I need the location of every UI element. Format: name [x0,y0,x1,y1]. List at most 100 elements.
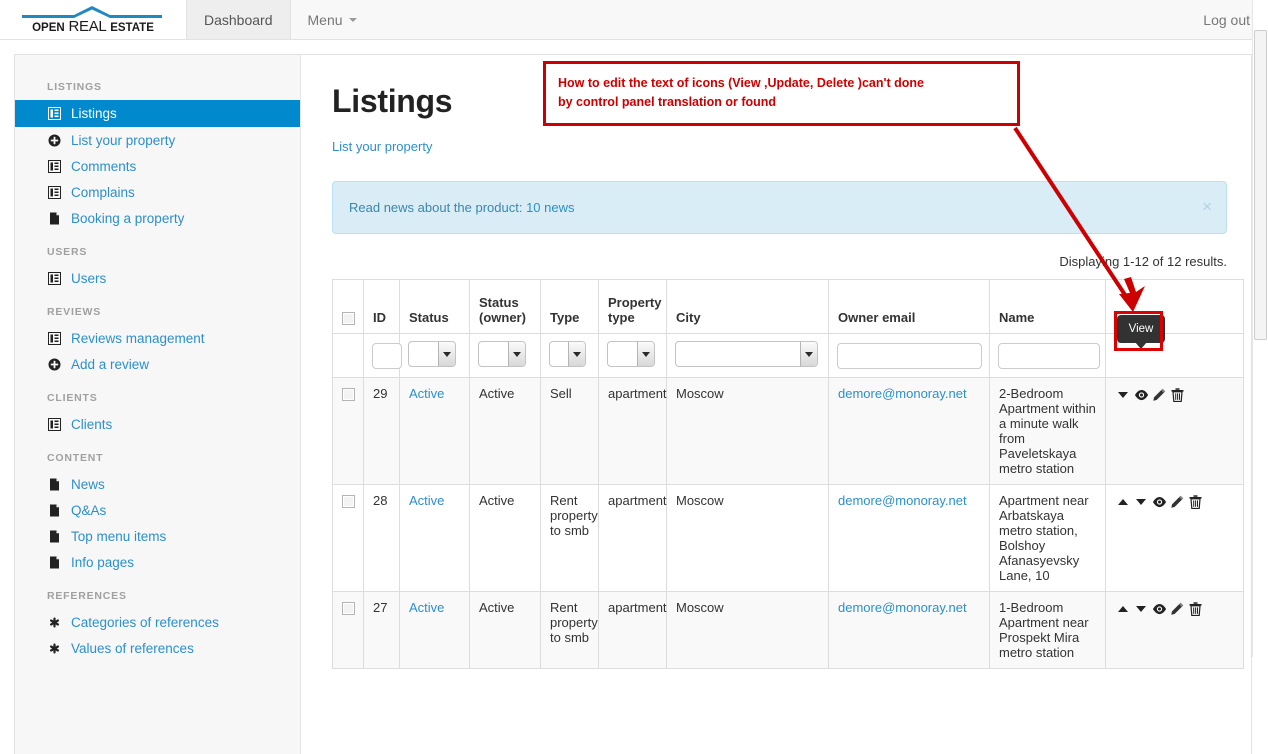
filter-select-status[interactable] [408,341,456,367]
asterisk-icon [47,641,62,655]
column-header-name[interactable]: Name [990,280,1106,334]
column-header-city[interactable]: City [667,280,829,334]
sidebar-item-qas[interactable]: Q&As [15,497,300,523]
cell-city: Moscow [667,485,829,592]
sidebar-item-add-a-review[interactable]: Add a review [15,351,300,377]
column-header-id[interactable]: ID [364,280,400,334]
sidebar-item-complains[interactable]: Complains [15,179,300,205]
view-icon[interactable] [1133,387,1149,403]
sidebar-item-listings[interactable]: Listings [15,100,300,127]
sidebar-item-values-of-references[interactable]: Values of references [15,635,300,661]
table-row[interactable]: 29 Active Active Sell apartment Moscow d… [333,378,1244,485]
list-icon [47,331,62,345]
sidebar-item-info-pages-label: Info pages [71,555,134,570]
update-icon[interactable] [1151,387,1167,403]
column-header-owner-email[interactable]: Owner email [829,280,990,334]
chevron-down-icon [800,342,817,366]
move-down-icon[interactable] [1133,601,1149,617]
sidebar-item-news[interactable]: News [15,471,300,497]
asterisk-icon [47,615,62,629]
table-filter-row [333,334,1244,378]
close-icon[interactable]: × [1202,198,1212,215]
delete-icon[interactable] [1169,387,1185,403]
chevron-down-icon [508,342,525,366]
move-up-icon[interactable] [1115,601,1131,617]
sidebar-item-list-your-property[interactable]: List your property [15,127,300,153]
sidebar-item-comments-label: Comments [71,159,136,174]
filter-input-owner-email[interactable] [837,343,982,369]
status-link[interactable]: Active [409,386,444,401]
delete-icon[interactable] [1187,601,1203,617]
column-header-status[interactable]: Status [400,280,470,334]
select-all-checkbox[interactable] [342,312,355,325]
news-alert-link[interactable]: 10 news [526,200,574,215]
cell-actions [1106,378,1244,485]
sidebar-item-reviews-management[interactable]: Reviews management [15,325,300,351]
nav-item-dashboard[interactable]: Dashboard [186,0,291,39]
filter-select-type[interactable] [549,341,586,367]
sidebar-item-top-menu-items[interactable]: Top menu items [15,523,300,549]
filter-cell-empty [333,334,364,378]
sidebar-item-comments[interactable]: Comments [15,153,300,179]
sidebar-item-info-pages[interactable]: Info pages [15,549,300,575]
nav-item-menu[interactable]: Menu [291,0,375,39]
cell-status-owner: Active [470,378,541,485]
chevron-down-icon [349,18,357,22]
row-checkbox[interactable] [342,495,355,508]
plus-circle-icon [47,133,62,147]
cell-type: Sell [541,378,599,485]
owner-email-link[interactable]: demore@monoray.net [838,600,967,615]
filter-select-city[interactable] [675,341,818,367]
list-icon [47,417,62,431]
scrollbar-thumb[interactable] [1254,30,1267,340]
sidebar-item-list-your-property-label: List your property [71,133,175,148]
status-link[interactable]: Active [409,600,444,615]
row-actions [1115,493,1234,510]
table-row[interactable]: 28 Active Active Rent property to smb ap… [333,485,1244,592]
page-icon [47,503,62,517]
row-checkbox-cell [333,485,364,592]
filter-select-status-owner[interactable] [478,341,526,367]
column-header-type[interactable]: Type [541,280,599,334]
column-header-status-owner[interactable]: Status (owner) [470,280,541,334]
owner-email-link[interactable]: demore@monoray.net [838,386,967,401]
sidebar-item-categories-of-references[interactable]: Categories of references [15,609,300,635]
filter-input-id[interactable] [372,343,402,369]
sidebar-item-booking-a-property[interactable]: Booking a property [15,205,300,231]
annotation-line-2: by control panel translation or found [558,93,1005,112]
filter-input-name[interactable] [998,343,1100,369]
row-checkbox[interactable] [342,388,355,401]
move-down-icon[interactable] [1115,387,1131,403]
column-header-property-type[interactable]: Property type [599,280,667,334]
sidebar-item-categories-of-references-label: Categories of references [71,615,219,630]
cell-status: Active [400,378,470,485]
sidebar-item-news-label: News [71,477,105,492]
move-up-icon[interactable] [1115,494,1131,510]
view-tooltip: View [1117,315,1165,343]
view-icon[interactable] [1151,601,1167,617]
view-icon[interactable] [1151,494,1167,510]
sidebar-item-clients[interactable]: Clients [15,411,300,437]
view-tooltip-label: View [1129,323,1154,335]
filter-select-property-type[interactable] [607,341,655,367]
sidebar-heading-references: REFERENCES [15,575,300,609]
list-your-property-link[interactable]: List your property [332,139,432,154]
listings-table: ID Status Status (owner) Type Property t… [332,279,1244,669]
update-icon[interactable] [1169,601,1185,617]
sidebar-item-complains-label: Complains [71,185,135,200]
move-down-icon[interactable] [1133,494,1149,510]
row-checkbox[interactable] [342,602,355,615]
plus-circle-icon [47,357,62,371]
update-icon[interactable] [1169,494,1185,510]
filter-cell-property-type [599,334,667,378]
sidebar-item-listings-label: Listings [71,106,117,121]
delete-icon[interactable] [1187,494,1203,510]
brand-logo[interactable]: OPEN REAL ESTATE [0,0,186,39]
status-link[interactable]: Active [409,493,444,508]
owner-email-link[interactable]: demore@monoray.net [838,493,967,508]
nav-spacer [375,0,1187,39]
sidebar-item-users[interactable]: Users [15,265,300,291]
page-scrollbar[interactable] [1252,0,1268,657]
cell-property-type: apartment [599,485,667,592]
filter-cell-status-owner [470,334,541,378]
